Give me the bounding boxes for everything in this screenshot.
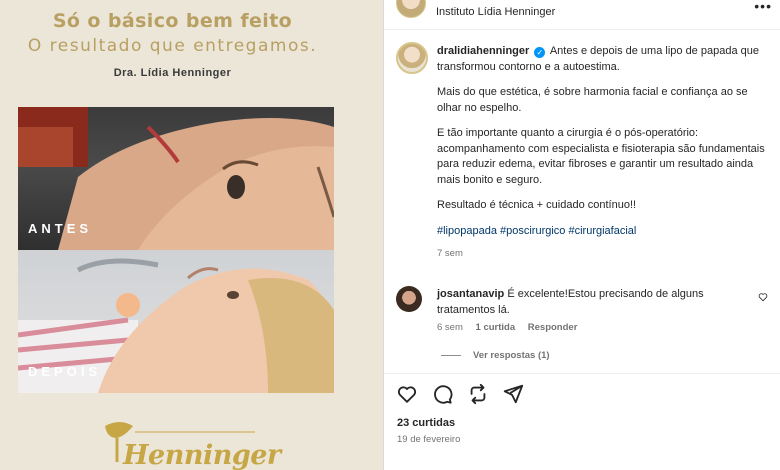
header-avatar[interactable]: [396, 0, 426, 18]
before-photo: ANTES: [18, 107, 334, 250]
view-replies-button[interactable]: Ver respostas (1): [441, 350, 550, 361]
comment-like-heart-icon[interactable]: [758, 292, 768, 302]
header-subtitle[interactable]: Instituto Lídia Henninger: [436, 6, 555, 18]
commenter-username[interactable]: josantanavip: [437, 288, 504, 300]
caption-paragraph-3: E tão importante quanto a cirurgia é o p…: [437, 127, 765, 186]
comment-meta: 6 sem 1 curtida Responder: [437, 322, 587, 333]
repost-icon[interactable]: [467, 383, 489, 405]
replies-line: [441, 354, 461, 356]
post-date[interactable]: 19 de fevereiro: [397, 434, 460, 445]
verified-badge-icon: ✓: [534, 47, 546, 58]
commenter-avatar[interactable]: [396, 286, 422, 312]
heart-icon[interactable]: [396, 383, 418, 405]
post-image[interactable]: Só o básico bem feito O resultado que en…: [0, 0, 383, 470]
comment-time[interactable]: 6 sem: [437, 322, 463, 333]
post-header: Instituto Lídia Henninger •••: [384, 0, 780, 30]
caption-hashtags[interactable]: #lipopapada #poscirurgico #cirurgiafacia…: [437, 224, 769, 240]
author-avatar[interactable]: [396, 42, 428, 74]
brand-logo: Henninger: [95, 418, 281, 470]
logo-text: Henninger: [123, 440, 281, 470]
more-horizontal-icon[interactable]: •••: [754, 0, 772, 14]
comment-body: josantanavip É excelente!Estou precisand…: [437, 287, 727, 318]
poster-subheadline: O resultado que entregamos.: [27, 36, 318, 56]
caption-time[interactable]: 7 sem: [437, 246, 769, 262]
caption-text: dralidiahenninger ✓ Antes e depois de um…: [437, 44, 769, 262]
action-icons: [396, 383, 533, 407]
view-replies-label: Ver respostas (1): [473, 350, 550, 361]
after-photo: DEPOIS: [18, 250, 334, 393]
before-label: ANTES: [28, 221, 93, 236]
reply-button[interactable]: Responder: [528, 322, 578, 333]
action-bar: 23 curtidas 19 de fevereiro: [384, 373, 780, 470]
share-icon[interactable]: [502, 383, 524, 405]
poster-doctor-name: Dra. Lídia Henninger: [113, 67, 232, 79]
poster-headline: Só o básico bem feito: [52, 10, 293, 32]
likes-count[interactable]: 23 curtidas: [397, 417, 455, 429]
author-username[interactable]: dralidiahenninger: [437, 45, 529, 57]
after-label: DEPOIS: [28, 364, 102, 379]
caption-paragraph-2: Mais do que estética, é sobre harmonia f…: [437, 86, 748, 114]
comment-likes[interactable]: 1 curtida: [476, 322, 516, 333]
comment-item: josantanavip É excelente!Estou precisand…: [384, 284, 780, 374]
caption-paragraph-4: Resultado é técnica + cuidado contínuo!!: [437, 199, 637, 211]
comment-icon[interactable]: [431, 383, 453, 405]
